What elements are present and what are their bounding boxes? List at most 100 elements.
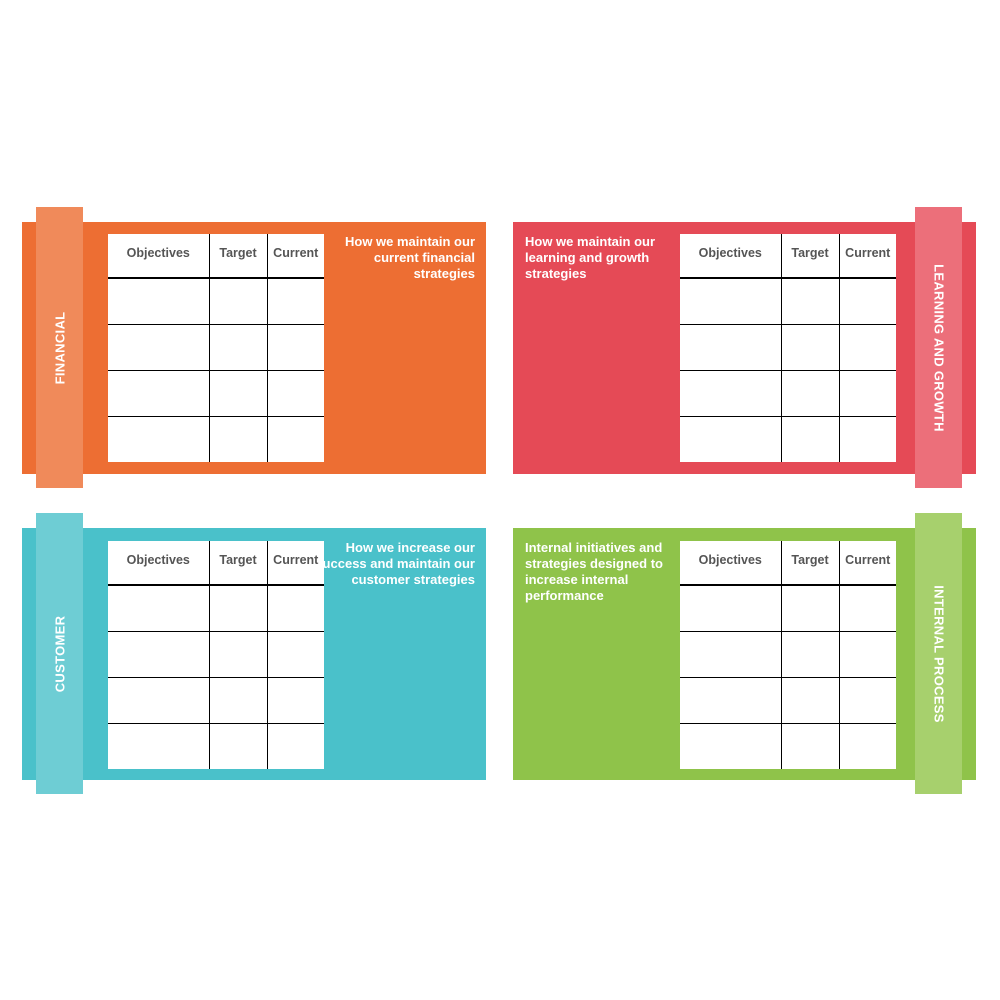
table-row <box>680 677 896 724</box>
current-header: Current <box>838 234 896 279</box>
table-row <box>680 584 896 632</box>
table-header-row: Objectives Target Current <box>680 541 896 586</box>
objective-cell[interactable] <box>680 370 782 417</box>
table-header-row: Objectives Target Current <box>680 234 896 279</box>
target-cell[interactable] <box>208 677 268 724</box>
learning-growth-label: LEARNING AND GROWTH <box>931 263 946 432</box>
target-cell[interactable] <box>780 584 840 632</box>
target-cell[interactable] <box>780 631 840 678</box>
target-cell[interactable] <box>208 324 268 371</box>
customer-tab: CUSTOMER <box>36 513 83 794</box>
customer-panel: How we increase our success and maintain… <box>22 528 486 780</box>
target-header: Target <box>780 234 840 279</box>
current-cell[interactable] <box>838 277 896 325</box>
current-header: Current <box>266 234 324 279</box>
table-row <box>108 370 324 417</box>
current-cell[interactable] <box>838 370 896 417</box>
objective-cell[interactable] <box>108 416 210 462</box>
current-cell[interactable] <box>838 324 896 371</box>
target-cell[interactable] <box>208 584 268 632</box>
table-row <box>680 723 896 769</box>
customer-description: How we increase our success and maintain… <box>315 540 475 587</box>
current-cell[interactable] <box>266 584 324 632</box>
financial-description: How we maintain our current financial st… <box>344 234 475 281</box>
current-cell[interactable] <box>266 677 324 724</box>
objective-cell[interactable] <box>108 677 210 724</box>
table-row <box>108 324 324 371</box>
current-header: Current <box>838 541 896 586</box>
table-header-row: Objectives Target Current <box>108 541 324 586</box>
current-cell[interactable] <box>838 723 896 769</box>
objectives-header: Objectives <box>680 541 782 586</box>
objective-cell[interactable] <box>680 416 782 462</box>
table-header-row: Objectives Target Current <box>108 234 324 279</box>
objective-cell[interactable] <box>680 631 782 678</box>
current-cell[interactable] <box>266 277 324 325</box>
target-cell[interactable] <box>208 277 268 325</box>
internal-process-description: Internal initiatives and strategies desi… <box>525 540 663 603</box>
objective-cell[interactable] <box>108 370 210 417</box>
table-row <box>108 584 324 632</box>
objectives-header: Objectives <box>108 541 210 586</box>
current-cell[interactable] <box>266 324 324 371</box>
current-cell[interactable] <box>838 584 896 632</box>
objective-cell[interactable] <box>108 584 210 632</box>
target-cell[interactable] <box>208 416 268 462</box>
current-header: Current <box>266 541 324 586</box>
target-header: Target <box>780 541 840 586</box>
objective-cell[interactable] <box>108 277 210 325</box>
current-cell[interactable] <box>266 370 324 417</box>
table-row <box>108 677 324 724</box>
table-row <box>108 277 324 325</box>
customer-label: CUSTOMER <box>52 615 67 692</box>
financial-table: Objectives Target Current <box>108 234 324 462</box>
customer-table: Objectives Target Current <box>108 541 324 769</box>
current-cell[interactable] <box>838 677 896 724</box>
target-cell[interactable] <box>780 677 840 724</box>
objectives-header: Objectives <box>108 234 210 279</box>
target-cell[interactable] <box>208 370 268 417</box>
learning-growth-description: How we maintain our learning and growth … <box>525 234 656 281</box>
target-header: Target <box>208 234 268 279</box>
learning-growth-panel: How we maintain our learning and growth … <box>513 222 976 474</box>
table-row <box>108 416 324 462</box>
table-row <box>680 370 896 417</box>
current-cell[interactable] <box>266 631 324 678</box>
financial-label: FINANCIAL <box>52 311 67 384</box>
objective-cell[interactable] <box>108 631 210 678</box>
current-cell[interactable] <box>266 416 324 462</box>
target-cell[interactable] <box>208 723 268 769</box>
objective-cell[interactable] <box>680 277 782 325</box>
target-cell[interactable] <box>780 416 840 462</box>
objective-cell[interactable] <box>680 324 782 371</box>
table-row <box>680 416 896 462</box>
financial-panel: How we maintain our current financial st… <box>22 222 486 474</box>
target-cell[interactable] <box>208 631 268 678</box>
target-header: Target <box>208 541 268 586</box>
objective-cell[interactable] <box>680 677 782 724</box>
target-cell[interactable] <box>780 370 840 417</box>
objective-cell[interactable] <box>108 723 210 769</box>
target-cell[interactable] <box>780 324 840 371</box>
target-cell[interactable] <box>780 723 840 769</box>
learning-growth-tab: LEARNING AND GROWTH <box>915 207 962 488</box>
table-row <box>108 723 324 769</box>
current-cell[interactable] <box>838 416 896 462</box>
table-row <box>108 631 324 678</box>
target-cell[interactable] <box>780 277 840 325</box>
objective-cell[interactable] <box>108 324 210 371</box>
objectives-header: Objectives <box>680 234 782 279</box>
internal-process-label: INTERNAL PROCESS <box>931 584 946 723</box>
objective-cell[interactable] <box>680 584 782 632</box>
objective-cell[interactable] <box>680 723 782 769</box>
financial-tab: FINANCIAL <box>36 207 83 488</box>
table-row <box>680 631 896 678</box>
current-cell[interactable] <box>266 723 324 769</box>
internal-process-tab: INTERNAL PROCESS <box>915 513 962 794</box>
table-row <box>680 324 896 371</box>
internal-process-panel: Internal initiatives and strategies desi… <box>513 528 976 780</box>
learning-growth-table: Objectives Target Current <box>680 234 896 462</box>
current-cell[interactable] <box>838 631 896 678</box>
internal-process-table: Objectives Target Current <box>680 541 896 769</box>
table-row <box>680 277 896 325</box>
